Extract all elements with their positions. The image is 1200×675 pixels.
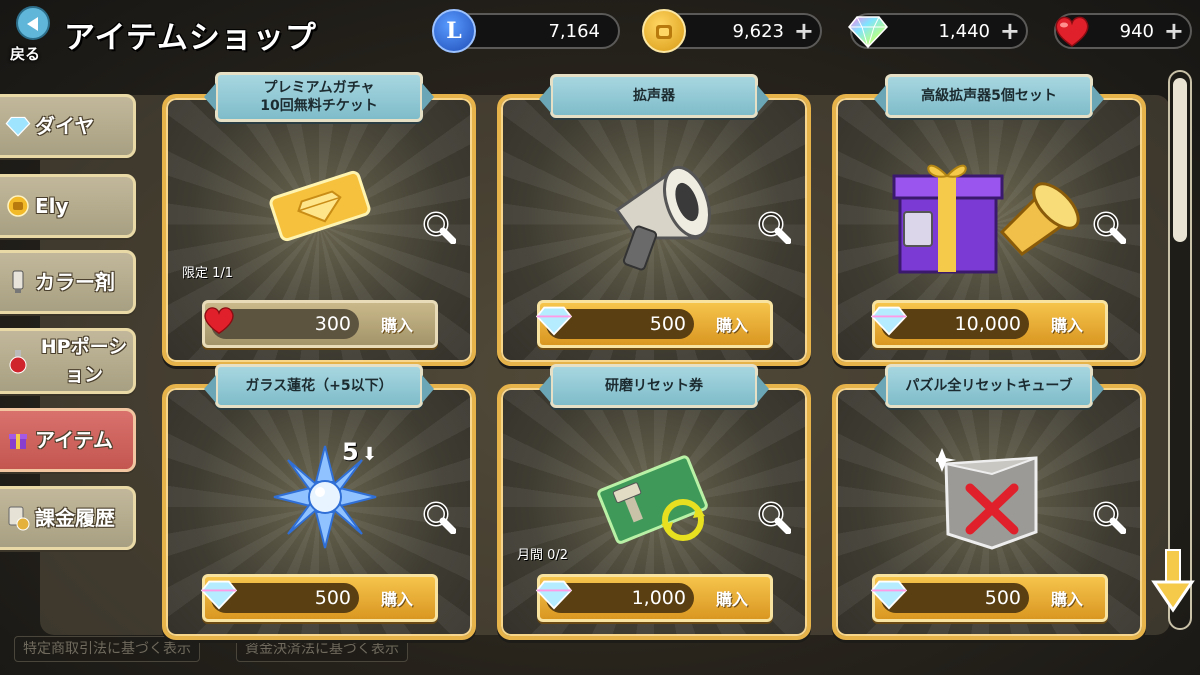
purchase-limit: 限定 1/1	[182, 266, 234, 281]
heart-icon	[204, 307, 234, 335]
buy-button[interactable]: 10,000 購入	[870, 300, 1108, 348]
megaphone-icon	[587, 138, 727, 282]
back-label: 戻る	[10, 45, 41, 63]
currency-value: 7,164	[548, 21, 600, 42]
shop-item-card[interactable]: 高級拡声器5個セット 10,000 購入	[832, 74, 1146, 366]
magnifier-icon[interactable]	[1092, 210, 1126, 244]
buy-label: 購入	[1050, 590, 1083, 609]
sidebar-item-label: HPポーション	[40, 336, 128, 386]
diamond-icon	[5, 113, 31, 139]
receipt-icon	[5, 505, 31, 531]
sidebar-item-label: Ely	[35, 194, 69, 218]
buy-label: 購入	[1050, 316, 1083, 335]
purchase-limit: 月間 0/2	[517, 548, 569, 563]
add-heart-button[interactable]: +	[1164, 19, 1184, 43]
reset-cube-icon	[928, 444, 1046, 558]
sidebar-item-history[interactable]: 課金履歴	[0, 486, 136, 550]
buy-label: 購入	[380, 316, 413, 335]
buy-button[interactable]: 1,000 購入	[535, 574, 773, 622]
buy-label: 購入	[715, 316, 748, 335]
back-arrow-icon	[16, 6, 50, 40]
down-arrow-icon: ⬇	[362, 444, 378, 465]
item-title: パズル全リセットキューブ	[885, 364, 1093, 408]
add-ely-button[interactable]: +	[794, 19, 814, 43]
sidebar-item-label: アイテム	[35, 428, 113, 452]
page-title: アイテムショップ	[64, 20, 317, 56]
item-title: プレミアムガチャ 10回無料チケット	[215, 72, 423, 122]
color-tube-icon	[5, 269, 31, 295]
sidebar-item-label: カラー剤	[35, 270, 115, 294]
enhance-limit-badge: 5	[342, 438, 359, 466]
ely-point-icon: L	[432, 9, 476, 53]
scroll-down-arrow-icon[interactable]	[1150, 546, 1196, 616]
currency-value: 9,623	[732, 21, 784, 42]
back-button[interactable]: 戻る	[8, 6, 56, 63]
buy-button[interactable]: 500 購入	[200, 574, 438, 622]
buy-button[interactable]: 500 購入	[535, 300, 773, 348]
legal-link-commerce[interactable]: 特定商取引法に基づく表示	[14, 636, 200, 662]
currency-value: 940	[1119, 21, 1154, 42]
magnifier-icon[interactable]	[422, 210, 456, 244]
magnifier-icon[interactable]	[1092, 500, 1126, 534]
sidebar-item-color[interactable]: カラー剤	[0, 250, 136, 314]
diamond-icon	[535, 580, 573, 610]
diamond-icon	[846, 9, 890, 53]
buy-label: 購入	[380, 590, 413, 609]
currency-ely-point: L 7,164	[432, 9, 620, 53]
sidebar-item-ely[interactable]: Ely	[0, 174, 136, 238]
sidebar-item-label: 課金履歴	[35, 506, 115, 530]
currency-value: 1,440	[938, 21, 990, 42]
heart-icon	[1050, 9, 1094, 53]
shop-item-card[interactable]: ガラス蓮花（+5以下） 5 ⬇ 500 購入	[162, 364, 476, 640]
shop-item-card[interactable]: プレミアムガチャ 10回無料チケット 限定 1/1 300 購入	[162, 72, 476, 366]
buy-button[interactable]: 300 購入	[202, 300, 438, 348]
currency-heart: 940 +	[1054, 13, 1192, 49]
add-diamond-button[interactable]: +	[1000, 19, 1020, 43]
gift-megaphone-icon	[892, 142, 1082, 286]
item-title: ガラス蓮花（+5以下）	[215, 364, 423, 408]
shop-item-card[interactable]: 研磨リセット券 月間 0/2 1,000 購入	[497, 364, 811, 640]
gift-box-icon	[5, 427, 31, 453]
item-title: 拡声器	[550, 74, 758, 118]
ely-coin-icon	[642, 9, 686, 53]
diamond-icon	[870, 306, 908, 336]
item-title: 研磨リセット券	[550, 364, 758, 408]
sidebar-item-potion[interactable]: HPポーション	[0, 328, 136, 394]
potion-icon	[5, 348, 31, 374]
item-title: 高級拡声器5個セット	[885, 74, 1093, 118]
buy-button[interactable]: 500 購入	[870, 574, 1108, 622]
ely-coin-icon	[5, 193, 31, 219]
magnifier-icon[interactable]	[757, 500, 791, 534]
diamond-icon	[870, 580, 908, 610]
gold-ticket-icon	[264, 166, 376, 250]
currency-ely-coin: 9,623 +	[642, 9, 822, 53]
scroll-thumb[interactable]	[1173, 78, 1187, 242]
sidebar-item-items[interactable]: アイテム	[0, 408, 136, 472]
shop-item-card[interactable]: 拡声器 500 購入	[497, 74, 811, 366]
sidebar-item-diamond[interactable]: ダイヤ	[0, 94, 136, 158]
sidebar-item-label: ダイヤ	[35, 114, 95, 138]
currency-diamond: 1,440 +	[848, 13, 1028, 49]
header: 戻る アイテムショップ L 7,164 9,623 + 1,440 + 940 …	[0, 0, 1200, 66]
magnifier-icon[interactable]	[757, 210, 791, 244]
buy-label: 購入	[715, 590, 748, 609]
diamond-icon	[535, 306, 573, 336]
magnifier-icon[interactable]	[422, 500, 456, 534]
diamond-icon	[200, 580, 238, 610]
reset-ticket-icon	[597, 450, 717, 554]
shop-item-card[interactable]: パズル全リセットキューブ 500 購入	[832, 364, 1146, 640]
